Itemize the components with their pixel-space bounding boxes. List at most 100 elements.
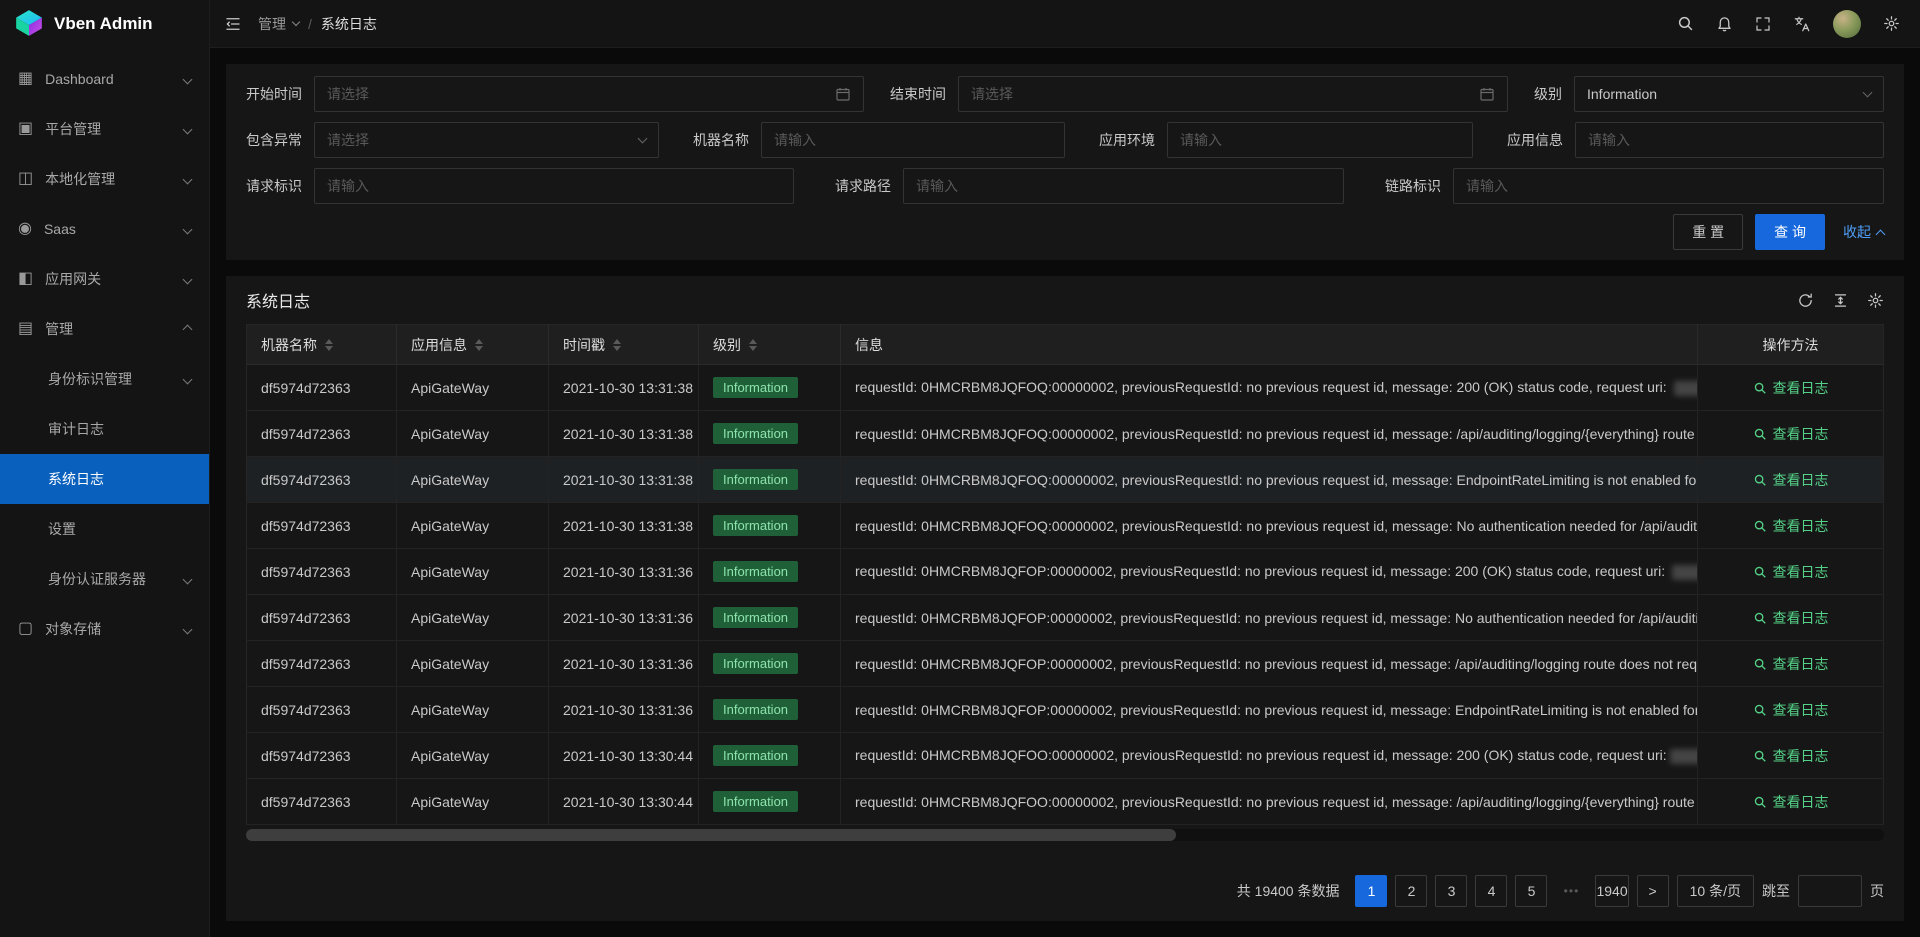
view-log-link[interactable]: 查看日志: [1753, 654, 1829, 674]
cell-level: Information: [699, 641, 841, 687]
view-log-link[interactable]: 查看日志: [1753, 378, 1829, 398]
filter-label: 开始时间: [246, 84, 302, 104]
sidebar-item-settings[interactable]: 设置: [0, 504, 209, 554]
filter-input-machine-name[interactable]: 请输入: [761, 122, 1065, 158]
next-page-button[interactable]: >: [1637, 875, 1669, 907]
settings-gear-icon[interactable]: [1883, 15, 1900, 32]
column-settings-icon[interactable]: [1867, 292, 1884, 309]
page-button-1[interactable]: 1: [1355, 875, 1387, 907]
breadcrumb-current: 系统日志: [321, 14, 377, 34]
horizontal-scrollbar[interactable]: [246, 829, 1884, 841]
filter-select-level[interactable]: Information: [1574, 76, 1884, 112]
page-size-select[interactable]: 10 条/页: [1677, 875, 1754, 907]
sidebar-item-object-storage[interactable]: ▢对象存储: [0, 604, 209, 654]
calendar-icon: [1479, 86, 1495, 102]
scrollbar-thumb[interactable]: [246, 829, 1176, 841]
sidebar-item-gateway[interactable]: ◧应用网关: [0, 254, 209, 304]
fullscreen-icon[interactable]: [1755, 16, 1771, 32]
column-label: 信息: [855, 335, 883, 355]
vben-logo-icon: [14, 8, 44, 41]
cell-actions: 查看日志: [1698, 687, 1884, 733]
filter-input-request-path[interactable]: 请输入: [903, 168, 1344, 204]
view-log-link[interactable]: 查看日志: [1753, 516, 1829, 536]
page-button-4[interactable]: 4: [1475, 875, 1507, 907]
filter-actions: 重 置 查 询 收起: [246, 214, 1884, 250]
sort-icon[interactable]: [475, 339, 483, 351]
filter-input-request-id[interactable]: 请输入: [314, 168, 794, 204]
table-panel: 系统日志 机器名称应用信息时间戳级别信息操作方法 df5974d72363Api…: [226, 276, 1904, 921]
cell-level: Information: [699, 733, 841, 779]
filter-date-start-time[interactable]: 请选择: [314, 76, 864, 112]
sidebar-item-auth-server[interactable]: 身份认证服务器: [0, 554, 209, 604]
avatar[interactable]: [1833, 10, 1861, 38]
column-header-app-info[interactable]: 应用信息: [397, 325, 549, 365]
filter-date-end-time[interactable]: 请选择: [958, 76, 1508, 112]
cell-message: requestId: 0HMCRBM8JQFOQ:00000002, previ…: [841, 457, 1698, 503]
filter-placeholder: 请选择: [327, 130, 631, 150]
collapse-link[interactable]: 收起: [1843, 222, 1884, 242]
reset-button[interactable]: 重 置: [1673, 214, 1743, 250]
column-header-timestamp[interactable]: 时间戳: [549, 325, 699, 365]
page-button-1940[interactable]: 1940: [1595, 875, 1628, 907]
header-bar: 管理 / 系统日志: [210, 0, 1920, 48]
logo[interactable]: Vben Admin: [0, 0, 209, 48]
view-log-link[interactable]: 查看日志: [1753, 792, 1829, 812]
sidebar-item-management[interactable]: ▤管理: [0, 304, 209, 354]
level-badge: Information: [713, 653, 798, 675]
sort-icon[interactable]: [325, 339, 333, 351]
column-header-level[interactable]: 级别: [699, 325, 841, 365]
sort-icon[interactable]: [613, 339, 621, 351]
sort-asc-caret: [613, 339, 621, 344]
search-icon[interactable]: [1677, 15, 1694, 32]
log-message: requestId: 0HMCRBM8JQFOQ:00000002, previ…: [855, 472, 1698, 488]
sort-icon[interactable]: [749, 339, 757, 351]
view-log-label: 查看日志: [1773, 424, 1829, 444]
view-log-link[interactable]: 查看日志: [1753, 608, 1829, 628]
cell-message: requestId: 0HMCRBM8JQFOO:00000002, previ…: [841, 733, 1698, 779]
column-header-inner: 机器名称: [261, 335, 382, 355]
view-log-label: 查看日志: [1773, 562, 1829, 582]
sidebar-item-dashboard[interactable]: ▦Dashboard: [0, 54, 209, 104]
row-height-icon[interactable]: [1832, 292, 1849, 309]
filter-field-request-path: 请求路径请输入: [835, 168, 1344, 204]
sidebar-item-platform[interactable]: ▣平台管理: [0, 104, 209, 154]
level-badge: Information: [713, 423, 798, 445]
filter-rows: 开始时间请选择结束时间请选择级别Information包含异常请选择机器名称请输…: [246, 76, 1884, 204]
sidebar-item-audit-log[interactable]: 审计日志: [0, 404, 209, 454]
filter-input-app-env[interactable]: 请输入: [1167, 122, 1473, 158]
filter-label: 结束时间: [890, 84, 946, 104]
sidebar-item-identity[interactable]: 身份标识管理: [0, 354, 209, 404]
header-actions: [1677, 10, 1900, 38]
column-label: 时间戳: [563, 335, 605, 355]
page-button-3[interactable]: 3: [1435, 875, 1467, 907]
filter-select-include-exception[interactable]: 请选择: [314, 122, 659, 158]
search-button[interactable]: 查 询: [1755, 214, 1825, 250]
refresh-icon[interactable]: [1797, 292, 1814, 309]
content: 开始时间请选择结束时间请选择级别Information包含异常请选择机器名称请输…: [210, 48, 1920, 937]
sidebar-item-label: Dashboard: [45, 71, 114, 87]
view-log-link[interactable]: 查看日志: [1753, 746, 1829, 766]
menu-fold-icon[interactable]: [224, 15, 242, 33]
view-log-link[interactable]: 查看日志: [1753, 424, 1829, 444]
breadcrumb-parent[interactable]: 管理: [258, 14, 299, 34]
view-log-link[interactable]: 查看日志: [1753, 700, 1829, 720]
column-header-machine-name[interactable]: 机器名称: [247, 325, 397, 365]
column-header-inner: 级别: [713, 335, 826, 355]
filter-row: 包含异常请选择机器名称请输入应用环境请输入应用信息请输入: [246, 122, 1884, 158]
sidebar-item-localization[interactable]: ◫本地化管理: [0, 154, 209, 204]
sidebar-item-saas[interactable]: ◉Saas: [0, 204, 209, 254]
log-message: requestId: 0HMCRBM8JQFOQ:00000002, previ…: [855, 379, 1671, 395]
page-button-5[interactable]: 5: [1515, 875, 1547, 907]
filter-input-trace-id[interactable]: 请输入: [1453, 168, 1884, 204]
view-log-link[interactable]: 查看日志: [1753, 562, 1829, 582]
view-log-link[interactable]: 查看日志: [1753, 470, 1829, 490]
bell-icon[interactable]: [1716, 15, 1733, 32]
column-header-inner: 时间戳: [563, 335, 684, 355]
filter-label: 应用信息: [1507, 130, 1563, 150]
filter-input-app-info[interactable]: 请输入: [1575, 122, 1884, 158]
sidebar-item-system-log[interactable]: 系统日志: [0, 454, 209, 504]
page-button-2[interactable]: 2: [1395, 875, 1427, 907]
translate-icon[interactable]: [1793, 15, 1811, 33]
jump-page-input[interactable]: [1798, 875, 1862, 907]
filter-placeholder: 请选择: [971, 84, 1471, 104]
